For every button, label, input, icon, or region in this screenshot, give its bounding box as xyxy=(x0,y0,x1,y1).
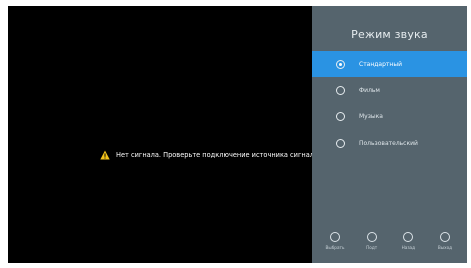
exit-icon xyxy=(439,232,450,242)
no-signal-text: Нет сигнала. Проверьте подключение источ… xyxy=(116,151,321,159)
option-label: Фильм xyxy=(359,86,380,94)
option-music[interactable]: Музыка xyxy=(312,103,467,129)
option-standard[interactable]: Стандартный xyxy=(312,51,467,77)
option-label: Пользовательский xyxy=(359,139,418,147)
ok-icon xyxy=(330,232,340,242)
move-hint[interactable]: Подт xyxy=(354,232,390,260)
radio-icon xyxy=(336,85,345,95)
footer-hints: Выбрать Подт Назад Выход xyxy=(312,232,467,260)
panel-title: Режим звука xyxy=(351,28,428,41)
tv-screen: Нет сигнала. Проверьте подключение источ… xyxy=(8,6,467,263)
option-movie[interactable]: Фильм xyxy=(312,77,467,103)
option-label: Стандартный xyxy=(359,60,402,68)
option-custom[interactable]: Пользовательский xyxy=(312,130,467,156)
back-icon xyxy=(403,232,414,242)
exit-hint[interactable]: Выход xyxy=(427,232,463,260)
back-hint[interactable]: Назад xyxy=(390,232,426,260)
move-label: Подт xyxy=(366,245,378,250)
back-label: Назад xyxy=(401,245,416,250)
select-label: Выбрать xyxy=(325,245,345,250)
up-down-icon xyxy=(366,232,377,242)
option-label: Музыка xyxy=(359,112,383,120)
select-hint[interactable]: Выбрать xyxy=(317,232,353,260)
radio-icon xyxy=(336,111,345,121)
radio-icon xyxy=(336,138,345,148)
sound-mode-panel: Режим звука Стандартный Фильм Музыка Пол… xyxy=(312,6,467,263)
radio-icon xyxy=(336,59,345,69)
warning-triangle-icon xyxy=(100,150,110,160)
no-signal-message: Нет сигнала. Проверьте подключение источ… xyxy=(100,148,320,162)
exit-label: Выход xyxy=(437,245,453,250)
